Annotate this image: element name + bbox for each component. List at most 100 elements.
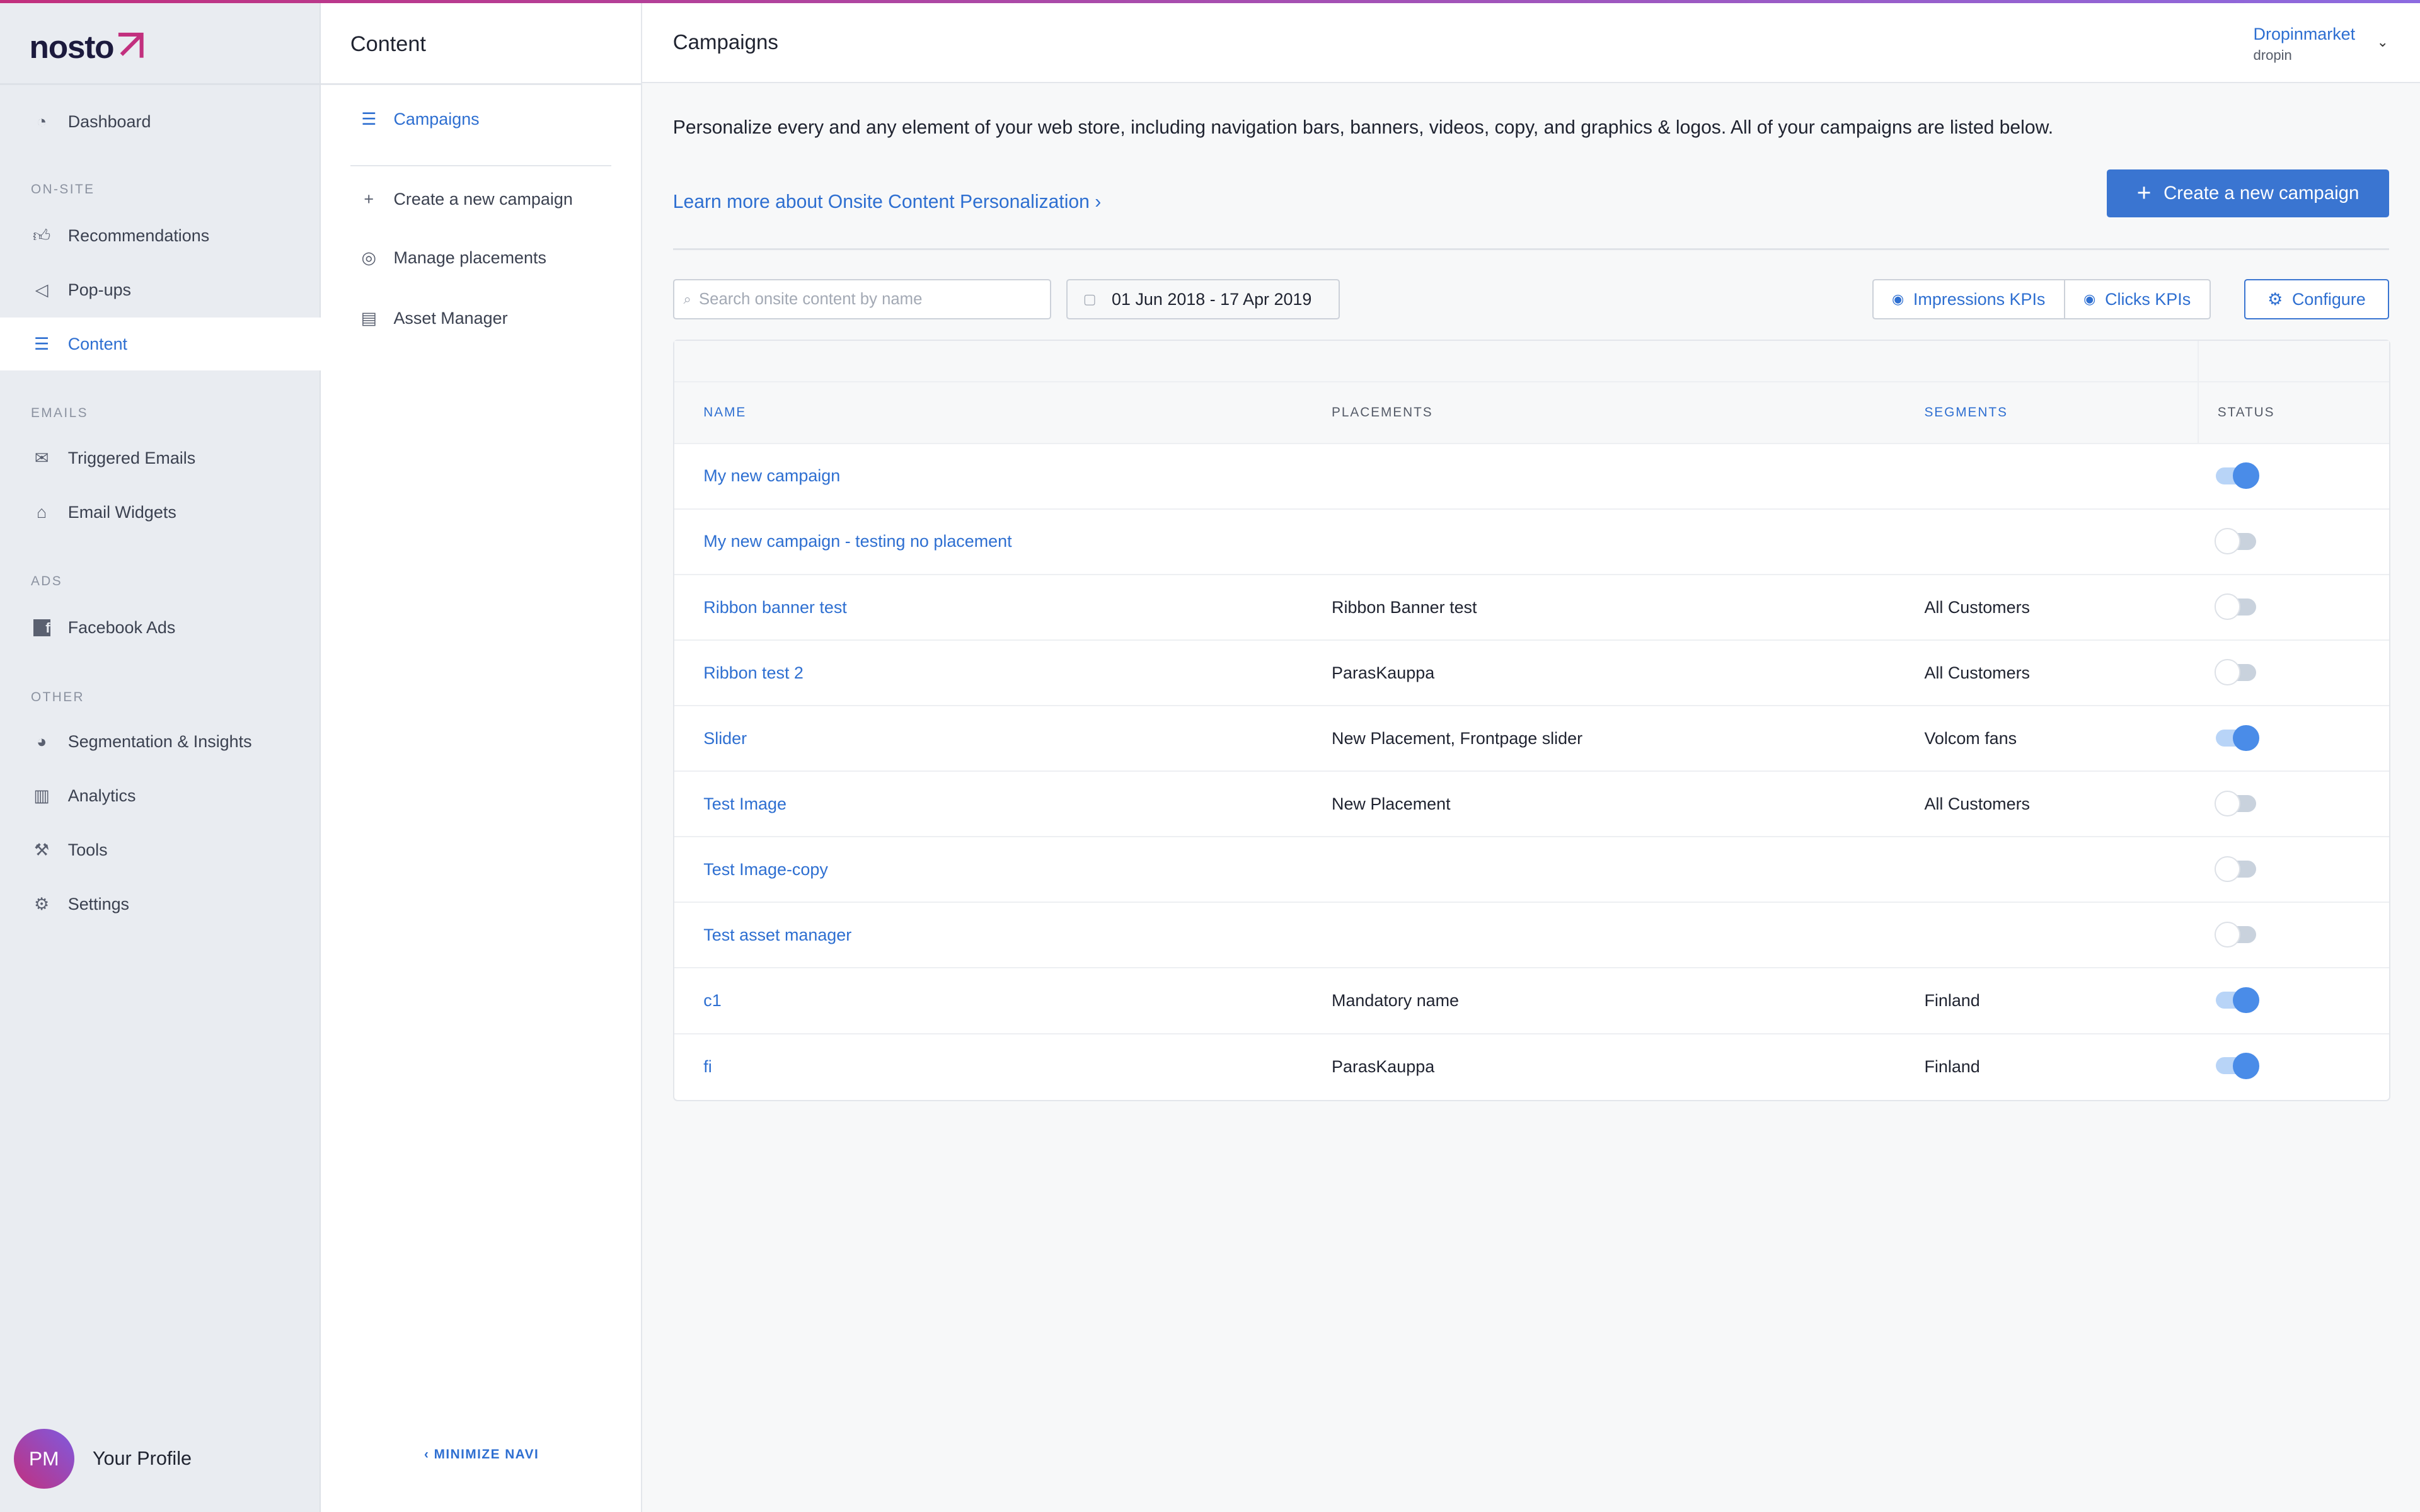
campaign-name-link[interactable]: Test asset manager [703,903,851,967]
configure-button[interactable]: ⚙ Configure [2244,279,2390,319]
profile-link[interactable]: PM Your Profile [14,1428,192,1489]
profile-label: Your Profile [92,1448,192,1470]
intro-text: Personalize every and any element of you… [672,117,2054,139]
subnav-item-asset-manager[interactable]: ▤ Asset Manager [358,308,508,328]
search-input[interactable] [699,290,1039,309]
wrench-icon: ⚒ [34,840,50,859]
nav-label: Dashboard [67,112,151,131]
campaigns-table: NAME PLACEMENTS SEGMENTS STATUS My new c… [672,339,2391,1101]
status-toggle[interactable] [2214,921,2256,948]
campaign-name-link[interactable]: fi [703,1034,712,1100]
segments-cell: Finland [1924,1057,1980,1077]
table-header: NAME PLACEMENTS SEGMENTS STATUS [674,382,2390,444]
placements-cell: Mandatory name [1332,990,1460,1010]
placements-cell: ParasKauppa [1332,1057,1435,1077]
sidebar-item-popups[interactable]: ◁ Pop-ups [0,264,321,316]
status-toggle[interactable] [2216,462,2259,489]
nav-label: Pop-ups [67,280,132,299]
learn-more-link[interactable]: Learn more about Onsite Content Personal… [673,192,1102,213]
subnav-label: Manage placements [393,248,546,268]
avatar: PM [14,1428,74,1489]
toggle-knob [2233,987,2259,1014]
segments-cell: All Customers [1924,663,2030,682]
subnav-label: Asset Manager [393,308,508,328]
subnav-item-create-campaign[interactable]: + Create a new campaign [358,190,573,209]
target-icon: ◎ [361,248,377,268]
sidebar-item-email-widgets[interactable]: ⌂ Email Widgets [0,486,321,538]
toggle-knob [2214,921,2241,948]
inbox-icon: ⌂ [36,502,47,522]
impressions-kpis-button[interactable]: ◉ Impressions KPIs [1874,280,2064,318]
column-header-name[interactable]: NAME [703,382,746,443]
campaign-name-link[interactable]: Slider [703,706,747,770]
table-row: Test asset manager [674,903,2390,969]
toggle-knob [2214,790,2241,817]
campaign-name-link[interactable]: Test Image-copy [703,837,828,902]
table-row: Slider New Placement, Frontpage slider V… [674,706,2390,772]
placements-cell: New Placement, Frontpage slider [1332,728,1583,748]
sidebar-item-recommendations[interactable]: 👍︎ Recommendations [0,210,321,262]
sidebar-item-tools[interactable]: ⚒ Tools [0,824,321,876]
column-header-status: STATUS [2217,404,2275,420]
minimize-navi-button[interactable]: ‹ MINIMIZE NAVI [321,1447,642,1462]
clicks-kpis-button[interactable]: ◉ Clicks KPIs [2063,280,2210,318]
sidebar-item-dashboard[interactable]: ◔ Dashboard [0,96,321,148]
account-sub: dropin [2253,47,2292,64]
status-toggle[interactable] [2214,528,2256,554]
facebook-icon: f [31,617,52,639]
nosto-logo[interactable]: nosto [30,28,146,66]
create-campaign-button[interactable]: + Create a new campaign [2106,169,2390,218]
table-row: fi ParasKauppa Finland [674,1034,2390,1100]
table-row: My new campaign - testing no placement [674,510,2390,575]
search-icon: ⌕ [683,291,691,307]
date-range-picker[interactable]: ▢ 01 Jun 2018 - 17 Apr 2019 [1066,279,1340,319]
status-toggle[interactable] [2214,659,2256,686]
chevron-left-icon: ‹ [424,1447,434,1462]
subnav-item-manage-placements[interactable]: ◎ Manage placements [358,248,546,268]
segments-cell: Finland [1924,990,1980,1010]
campaign-name-link[interactable]: c1 [703,968,721,1033]
campaign-name-link[interactable]: Ribbon banner test [703,575,847,639]
create-campaign-label: Create a new campaign [2164,183,2360,204]
eye-icon: ◉ [1892,291,1904,307]
sidebar: nosto ◔ Dashboard ON-SITE 👍︎ Recommendatio… [0,3,321,1512]
nav-label: Tools [67,840,108,859]
status-toggle[interactable] [2216,724,2259,752]
sidebar-item-analytics[interactable]: ▥ Analytics [0,770,321,822]
account-switcher[interactable]: Dropinmarket dropin ⌄ [2253,25,2388,64]
account-name: Dropinmarket [2253,25,2356,44]
status-toggle[interactable] [2216,1052,2259,1079]
configure-label: Configure [2291,289,2366,309]
toggle-knob [2233,462,2259,489]
status-toggle[interactable] [2214,790,2256,817]
campaign-name-link[interactable]: My new campaign - testing no placement [703,510,1011,574]
table-row: Test Image New Placement All Customers [674,772,2390,838]
status-toggle[interactable] [2214,593,2256,620]
calendar-icon: ▢ [1083,291,1097,307]
page-title: Campaigns [672,30,778,54]
status-toggle[interactable] [2214,856,2256,883]
toggle-knob [2233,724,2259,752]
sidebar-item-settings[interactable]: ⚙ Settings [0,878,321,930]
divider [0,83,321,85]
sidebar-item-segmentation[interactable]: ◕ Segmentation & Insights [0,716,321,768]
sidebar-item-facebook-ads[interactable]: f Facebook Ads [0,602,321,654]
status-toggle[interactable] [2216,987,2259,1014]
megaphone-icon: ◁ [35,280,49,299]
table-row: Ribbon test 2 ParasKauppa All Customers [674,641,2390,707]
search-field[interactable]: ⌕ [672,279,1051,319]
toggle-knob [2214,593,2241,620]
subnav-title: Content [350,32,426,57]
envelope-icon: ✉ [34,448,49,467]
sidebar-item-triggered-emails[interactable]: ✉ Triggered Emails [0,432,321,484]
campaign-name-link[interactable]: My new campaign [703,444,840,508]
sidebar-item-content[interactable]: ☰ Content [0,318,321,370]
subnav-item-campaigns[interactable]: ☰ Campaigns [358,110,479,129]
table-row: Ribbon banner test Ribbon Banner test Al… [674,575,2390,641]
subnav-label: Create a new campaign [393,190,573,209]
column-header-segments[interactable]: SEGMENTS [1924,382,2007,443]
plus-icon: + [364,190,374,209]
placements-cell: New Placement [1332,794,1451,813]
campaign-name-link[interactable]: Test Image [703,772,786,836]
campaign-name-link[interactable]: Ribbon test 2 [703,641,804,705]
